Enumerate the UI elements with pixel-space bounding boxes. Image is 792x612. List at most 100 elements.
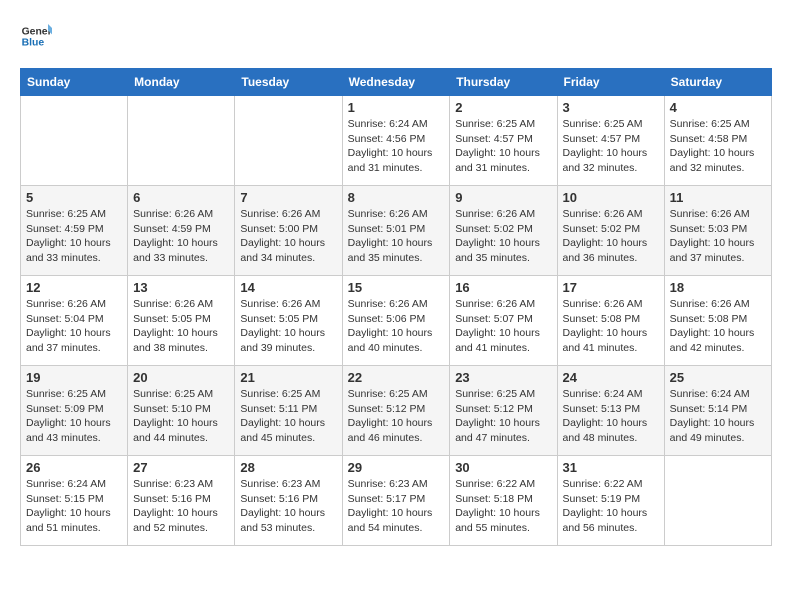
calendar-week-2: 5Sunrise: 6:25 AM Sunset: 4:59 PM Daylig… bbox=[21, 186, 772, 276]
calendar-cell: 18 Sunrise: 6:26 AM Sunset: 5:08 PM Dayli… bbox=[664, 276, 771, 366]
day-info: Sunrise: 6:24 AM Sunset: 5:15 PM Dayligh… bbox=[26, 477, 122, 536]
day-number: 13 bbox=[133, 280, 229, 295]
calendar-cell: 24 Sunrise: 6:24 AM Sunset: 5:13 PM Dayli… bbox=[557, 366, 664, 456]
calendar-cell: 3 Sunrise: 6:25 AM Sunset: 4:57 PM Daylig… bbox=[557, 96, 664, 186]
day-info: Sunrise: 6:26 AM Sunset: 5:08 PM Dayligh… bbox=[563, 297, 659, 356]
header-monday: Monday bbox=[128, 69, 235, 96]
calendar-cell: 12 Sunrise: 6:26 AM Sunset: 5:04 PM Dayli… bbox=[21, 276, 128, 366]
calendar-cell: 29 Sunrise: 6:23 AM Sunset: 5:17 PM Dayli… bbox=[342, 456, 450, 546]
day-number: 14 bbox=[240, 280, 336, 295]
day-number: 5 bbox=[26, 190, 122, 205]
day-number: 20 bbox=[133, 370, 229, 385]
calendar-cell: 21 Sunrise: 6:25 AM Sunset: 5:11 PM Dayli… bbox=[235, 366, 342, 456]
day-info: Sunrise: 6:24 AM Sunset: 4:56 PM Dayligh… bbox=[348, 117, 445, 176]
day-info: Sunrise: 6:25 AM Sunset: 5:12 PM Dayligh… bbox=[348, 387, 445, 446]
day-info: Sunrise: 6:25 AM Sunset: 5:09 PM Dayligh… bbox=[26, 387, 122, 446]
calendar-header-row: SundayMondayTuesdayWednesdayThursdayFrid… bbox=[21, 69, 772, 96]
calendar-cell: 7 Sunrise: 6:26 AM Sunset: 5:00 PM Daylig… bbox=[235, 186, 342, 276]
day-number: 18 bbox=[670, 280, 766, 295]
header-wednesday: Wednesday bbox=[342, 69, 450, 96]
calendar-week-3: 12 Sunrise: 6:26 AM Sunset: 5:04 PM Dayli… bbox=[21, 276, 772, 366]
day-number: 22 bbox=[348, 370, 445, 385]
calendar-cell: 14 Sunrise: 6:26 AM Sunset: 5:05 PM Dayli… bbox=[235, 276, 342, 366]
day-info: Sunrise: 6:22 AM Sunset: 5:18 PM Dayligh… bbox=[455, 477, 551, 536]
day-number: 17 bbox=[563, 280, 659, 295]
day-info: Sunrise: 6:26 AM Sunset: 5:08 PM Dayligh… bbox=[670, 297, 766, 356]
day-info: Sunrise: 6:26 AM Sunset: 5:05 PM Dayligh… bbox=[133, 297, 229, 356]
day-number: 3 bbox=[563, 100, 659, 115]
day-number: 25 bbox=[670, 370, 766, 385]
calendar-cell: 22 Sunrise: 6:25 AM Sunset: 5:12 PM Dayli… bbox=[342, 366, 450, 456]
header-friday: Friday bbox=[557, 69, 664, 96]
day-info: Sunrise: 6:26 AM Sunset: 5:07 PM Dayligh… bbox=[455, 297, 551, 356]
day-info: Sunrise: 6:26 AM Sunset: 5:03 PM Dayligh… bbox=[670, 207, 766, 266]
calendar-cell: 10 Sunrise: 6:26 AM Sunset: 5:02 PM Dayli… bbox=[557, 186, 664, 276]
svg-text:Blue: Blue bbox=[22, 38, 45, 49]
calendar-cell: 20Sunrise: 6:25 AM Sunset: 5:10 PM Dayli… bbox=[128, 366, 235, 456]
calendar-cell: 25 Sunrise: 6:24 AM Sunset: 5:14 PM Dayli… bbox=[664, 366, 771, 456]
day-info: Sunrise: 6:25 AM Sunset: 4:58 PM Dayligh… bbox=[670, 117, 766, 176]
logo-icon: General Blue bbox=[20, 20, 52, 52]
calendar-cell: 5Sunrise: 6:25 AM Sunset: 4:59 PM Daylig… bbox=[21, 186, 128, 276]
calendar-cell: 27Sunrise: 6:23 AM Sunset: 5:16 PM Dayli… bbox=[128, 456, 235, 546]
calendar-cell: 6 Sunrise: 6:26 AM Sunset: 4:59 PM Daylig… bbox=[128, 186, 235, 276]
day-number: 28 bbox=[240, 460, 336, 475]
calendar-cell: 30 Sunrise: 6:22 AM Sunset: 5:18 PM Dayli… bbox=[450, 456, 557, 546]
day-info: Sunrise: 6:25 AM Sunset: 4:57 PM Dayligh… bbox=[563, 117, 659, 176]
day-number: 31 bbox=[563, 460, 659, 475]
day-info: Sunrise: 6:25 AM Sunset: 5:11 PM Dayligh… bbox=[240, 387, 336, 446]
calendar-cell bbox=[664, 456, 771, 546]
day-info: Sunrise: 6:26 AM Sunset: 5:05 PM Dayligh… bbox=[240, 297, 336, 356]
day-info: Sunrise: 6:26 AM Sunset: 4:59 PM Dayligh… bbox=[133, 207, 229, 266]
header-saturday: Saturday bbox=[664, 69, 771, 96]
day-number: 26 bbox=[26, 460, 122, 475]
day-info: Sunrise: 6:26 AM Sunset: 5:02 PM Dayligh… bbox=[563, 207, 659, 266]
day-info: Sunrise: 6:26 AM Sunset: 5:04 PM Dayligh… bbox=[26, 297, 122, 356]
calendar-cell: 31 Sunrise: 6:22 AM Sunset: 5:19 PM Dayli… bbox=[557, 456, 664, 546]
day-info: Sunrise: 6:22 AM Sunset: 5:19 PM Dayligh… bbox=[563, 477, 659, 536]
day-number: 15 bbox=[348, 280, 445, 295]
day-number: 6 bbox=[133, 190, 229, 205]
day-number: 11 bbox=[670, 190, 766, 205]
calendar-cell bbox=[21, 96, 128, 186]
calendar-cell: 4 Sunrise: 6:25 AM Sunset: 4:58 PM Daylig… bbox=[664, 96, 771, 186]
calendar-cell: 2 Sunrise: 6:25 AM Sunset: 4:57 PM Daylig… bbox=[450, 96, 557, 186]
calendar-week-5: 26 Sunrise: 6:24 AM Sunset: 5:15 PM Dayli… bbox=[21, 456, 772, 546]
day-number: 7 bbox=[240, 190, 336, 205]
day-info: Sunrise: 6:26 AM Sunset: 5:00 PM Dayligh… bbox=[240, 207, 336, 266]
header: General Blue bbox=[20, 20, 772, 52]
day-number: 23 bbox=[455, 370, 551, 385]
calendar-cell: 16 Sunrise: 6:26 AM Sunset: 5:07 PM Dayli… bbox=[450, 276, 557, 366]
calendar-cell bbox=[128, 96, 235, 186]
day-info: Sunrise: 6:24 AM Sunset: 5:13 PM Dayligh… bbox=[563, 387, 659, 446]
calendar-week-1: 1 Sunrise: 6:24 AM Sunset: 4:56 PM Daylig… bbox=[21, 96, 772, 186]
calendar-cell: 13 Sunrise: 6:26 AM Sunset: 5:05 PM Dayli… bbox=[128, 276, 235, 366]
calendar-cell bbox=[235, 96, 342, 186]
day-number: 2 bbox=[455, 100, 551, 115]
day-number: 21 bbox=[240, 370, 336, 385]
day-number: 30 bbox=[455, 460, 551, 475]
calendar-cell: 8Sunrise: 6:26 AM Sunset: 5:01 PM Daylig… bbox=[342, 186, 450, 276]
day-info: Sunrise: 6:26 AM Sunset: 5:02 PM Dayligh… bbox=[455, 207, 551, 266]
day-info: Sunrise: 6:25 AM Sunset: 4:57 PM Dayligh… bbox=[455, 117, 551, 176]
svg-text:General: General bbox=[22, 26, 52, 37]
day-number: 16 bbox=[455, 280, 551, 295]
day-info: Sunrise: 6:25 AM Sunset: 5:12 PM Dayligh… bbox=[455, 387, 551, 446]
day-number: 29 bbox=[348, 460, 445, 475]
day-info: Sunrise: 6:26 AM Sunset: 5:06 PM Dayligh… bbox=[348, 297, 445, 356]
day-number: 8 bbox=[348, 190, 445, 205]
day-number: 9 bbox=[455, 190, 551, 205]
day-info: Sunrise: 6:24 AM Sunset: 5:14 PM Dayligh… bbox=[670, 387, 766, 446]
day-number: 12 bbox=[26, 280, 122, 295]
calendar-cell: 17 Sunrise: 6:26 AM Sunset: 5:08 PM Dayli… bbox=[557, 276, 664, 366]
calendar-table: SundayMondayTuesdayWednesdayThursdayFrid… bbox=[20, 68, 772, 546]
day-number: 4 bbox=[670, 100, 766, 115]
day-info: Sunrise: 6:23 AM Sunset: 5:17 PM Dayligh… bbox=[348, 477, 445, 536]
day-number: 10 bbox=[563, 190, 659, 205]
day-number: 24 bbox=[563, 370, 659, 385]
calendar-cell: 28Sunrise: 6:23 AM Sunset: 5:16 PM Dayli… bbox=[235, 456, 342, 546]
calendar-week-4: 19Sunrise: 6:25 AM Sunset: 5:09 PM Dayli… bbox=[21, 366, 772, 456]
calendar-cell: 9 Sunrise: 6:26 AM Sunset: 5:02 PM Daylig… bbox=[450, 186, 557, 276]
day-number: 1 bbox=[348, 100, 445, 115]
calendar-cell: 19Sunrise: 6:25 AM Sunset: 5:09 PM Dayli… bbox=[21, 366, 128, 456]
